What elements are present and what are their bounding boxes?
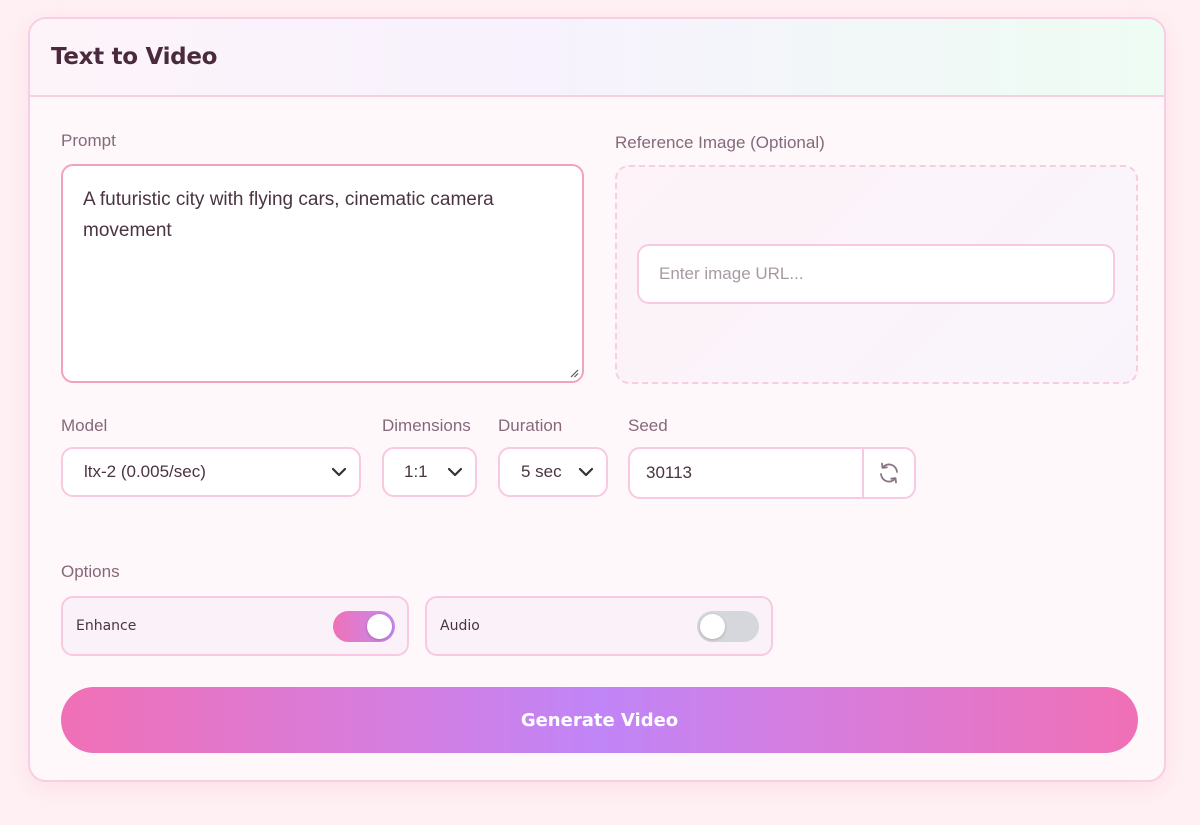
- model-select-value: ltx-2 (0.005/sec): [84, 462, 206, 481]
- page-title: Text to Video: [51, 44, 218, 70]
- chevron-down-icon: [331, 467, 347, 477]
- prompt-text: A futuristic city with flying cars, cine…: [83, 189, 494, 241]
- image-url-input[interactable]: [637, 244, 1115, 304]
- reference-image-label: Reference Image (Optional): [615, 133, 825, 152]
- dimensions-select[interactable]: 1:1: [382, 447, 477, 497]
- prompt-textarea[interactable]: A futuristic city with flying cars, cine…: [61, 164, 584, 383]
- dimensions-label: Dimensions: [382, 416, 471, 435]
- duration-select[interactable]: 5 sec: [498, 447, 608, 497]
- prompt-label: Prompt: [61, 131, 116, 150]
- option-enhance-label: Enhance: [76, 618, 137, 634]
- option-audio[interactable]: Audio: [425, 596, 773, 656]
- chevron-down-icon: [447, 467, 463, 477]
- enhance-toggle[interactable]: [333, 610, 395, 642]
- randomize-seed-button[interactable]: [862, 449, 914, 497]
- card-header: Text to Video: [30, 19, 1164, 97]
- model-select[interactable]: ltx-2 (0.005/sec): [61, 447, 361, 497]
- option-enhance[interactable]: Enhance: [61, 596, 409, 656]
- duration-select-value: 5 sec: [521, 462, 562, 481]
- seed-input-group: 30113: [628, 447, 916, 499]
- refresh-icon: [880, 462, 898, 484]
- generate-video-button[interactable]: Generate Video: [61, 687, 1138, 753]
- options-label: Options: [61, 562, 120, 581]
- dimensions-select-value: 1:1: [404, 462, 428, 481]
- toggle-knob: [367, 613, 392, 639]
- seed-label: Seed: [628, 416, 668, 435]
- toggle-knob: [700, 613, 725, 639]
- reference-image-dropzone[interactable]: [615, 165, 1138, 384]
- model-label: Model: [61, 416, 108, 435]
- audio-toggle[interactable]: [697, 610, 759, 642]
- option-audio-label: Audio: [440, 618, 480, 634]
- chevron-down-icon: [578, 467, 594, 477]
- duration-label: Duration: [498, 416, 563, 435]
- text-to-video-card: Text to Video Prompt A futuristic city w…: [28, 17, 1166, 782]
- resize-handle-icon[interactable]: [570, 369, 579, 378]
- seed-input[interactable]: 30113: [630, 449, 862, 497]
